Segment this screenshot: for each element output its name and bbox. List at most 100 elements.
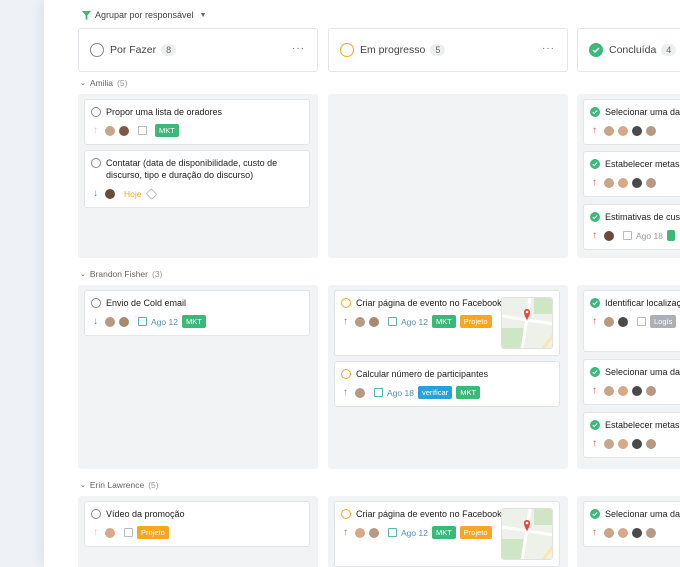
task-card[interactable]: Criar página de evento no Facebook ↑ Ago… [334, 290, 560, 356]
calendar-icon[interactable] [637, 317, 646, 326]
tag[interactable]: MKT [431, 315, 456, 328]
tag[interactable]: Projeto [459, 526, 492, 539]
done-status-icon[interactable] [590, 107, 600, 117]
avatar [617, 384, 629, 397]
task-title: Estimativas de custo [605, 212, 680, 222]
lane-amilia-in-progress [328, 94, 568, 258]
task-card[interactable]: Selecionar uma dat ↑ [583, 99, 680, 145]
priority-up-icon: ↑ [592, 176, 597, 188]
group-header-amilia[interactable]: ⌄ Amilia (5) [80, 78, 127, 88]
avatar [617, 315, 629, 328]
more-options-icon[interactable]: ··· [292, 43, 305, 54]
avatar [645, 384, 657, 397]
task-card[interactable]: Estabelecer metas e ↑ [583, 151, 680, 197]
avatar [617, 124, 629, 137]
column-header-todo[interactable]: Por Fazer 8 ··· [78, 28, 318, 72]
calendar-icon[interactable] [623, 231, 632, 240]
todo-status-icon[interactable] [91, 509, 101, 519]
done-status-icon[interactable] [590, 509, 600, 519]
task-title: Selecionar uma dat [605, 107, 680, 117]
due-date[interactable]: Ago 18 [636, 231, 663, 241]
avatar [617, 437, 629, 450]
task-title: Criar página de evento no Facebook [356, 509, 502, 519]
group-header-brandon-fisher[interactable]: ⌄ Brandon Fisher (3) [80, 269, 162, 279]
due-date[interactable]: Hoje [124, 189, 141, 199]
todo-status-icon[interactable] [91, 298, 101, 308]
todo-status-icon[interactable] [91, 107, 101, 117]
priority-up-icon: ↑ [592, 384, 597, 396]
calendar-icon[interactable] [138, 126, 147, 135]
group-by-label: Agrupar por responsável [95, 10, 194, 20]
in-progress-status-icon[interactable] [341, 369, 351, 379]
tag[interactable]: MKT [456, 386, 481, 399]
tag-icon[interactable] [145, 187, 158, 200]
calendar-icon[interactable] [138, 317, 147, 326]
calendar-icon[interactable] [374, 388, 383, 397]
todo-status-icon[interactable] [91, 158, 101, 168]
task-card[interactable]: Contatar (data de disponibilidade, custo… [84, 150, 310, 208]
tag[interactable] [666, 230, 675, 241]
group-name: Amilia [89, 78, 114, 88]
avatar [368, 315, 380, 328]
priority-up-icon: ↑ [592, 437, 597, 449]
avatar [368, 526, 380, 539]
task-title: Identificar localizaç fornecedores [605, 298, 680, 308]
priority-up-icon: ↑ [592, 229, 597, 241]
avatar [645, 437, 657, 450]
task-card[interactable]: Selecionar uma dat ↑ [583, 359, 680, 405]
tag[interactable]: MKT [431, 526, 456, 539]
tag[interactable]: MKT [155, 124, 179, 137]
avatar [354, 315, 366, 328]
due-date[interactable]: Ago 12 [151, 317, 178, 327]
done-status-icon[interactable] [590, 367, 600, 377]
priority-down-icon: ↓ [93, 187, 98, 199]
task-title: Estabelecer metas e [605, 159, 680, 169]
avatar [603, 124, 615, 137]
calendar-icon[interactable] [388, 528, 397, 537]
done-status-icon[interactable] [590, 212, 600, 222]
task-card[interactable]: Vídeo da promoção ↑ Projeto [84, 501, 310, 547]
done-status-icon[interactable] [590, 420, 600, 430]
column-title: Concluída [609, 44, 657, 56]
task-card[interactable]: Propor uma lista de oradores ↑ MKT [84, 99, 310, 145]
avatar [631, 384, 643, 397]
priority-up-icon: ↑ [592, 124, 597, 136]
avatar [104, 315, 116, 328]
task-card[interactable]: Criar página de evento no Facebook ↑ Ago… [334, 501, 560, 567]
map-thumbnail[interactable] [501, 508, 553, 560]
group-count: (3) [152, 269, 163, 279]
avatar [118, 315, 130, 328]
task-card[interactable]: Identificar localizaç fornecedores ↑ Log… [583, 290, 680, 352]
task-card[interactable]: Estimativas de custo ↑ Ago 18 [583, 204, 680, 250]
avatar [631, 124, 643, 137]
in-progress-status-icon[interactable] [341, 298, 351, 308]
column-header-done[interactable]: Concluída 4 [577, 28, 680, 72]
due-date[interactable]: Ago 18 [387, 388, 414, 398]
task-card[interactable]: Selecionar uma dat ↑ [583, 501, 680, 547]
calendar-icon[interactable] [388, 317, 397, 326]
done-status-icon[interactable] [590, 159, 600, 169]
due-date[interactable]: Ago 12 [401, 317, 428, 327]
chevron-down-icon: ⌄ [80, 482, 86, 489]
more-options-icon[interactable]: ··· [542, 43, 555, 54]
group-header-erin-lawrence[interactable]: ⌄ Erin Lawrence (5) [80, 480, 159, 490]
tag[interactable]: Logís [650, 315, 677, 328]
tag[interactable]: Projeto [459, 315, 492, 328]
due-date[interactable]: Ago 12 [401, 528, 428, 538]
tag[interactable]: MKT [181, 315, 206, 328]
task-card[interactable]: Estabelecer metas e ↑ [583, 412, 680, 458]
in-progress-status-icon[interactable] [341, 509, 351, 519]
map-thumbnail[interactable] [501, 297, 553, 349]
avatar [603, 526, 615, 539]
group-by-dropdown[interactable]: Agrupar por responsável ▼ [82, 10, 207, 20]
tag[interactable]: Projeto [137, 526, 169, 539]
done-status-icon[interactable] [590, 298, 600, 308]
task-card[interactable]: Envio de Cold email ↓ Ago 12 MKT [84, 290, 310, 336]
task-card[interactable]: Calcular número de participantes ↑ Ago 1… [334, 361, 560, 407]
done-status-icon [589, 43, 603, 57]
column-header-in-progress[interactable]: Em progresso 5 ··· [328, 28, 568, 72]
lane-erin-in-progress: Criar página de evento no Facebook ↑ Ago… [328, 496, 568, 567]
calendar-icon[interactable] [124, 528, 133, 537]
column-title: Por Fazer [110, 44, 157, 56]
tag[interactable]: verificar [417, 386, 453, 399]
